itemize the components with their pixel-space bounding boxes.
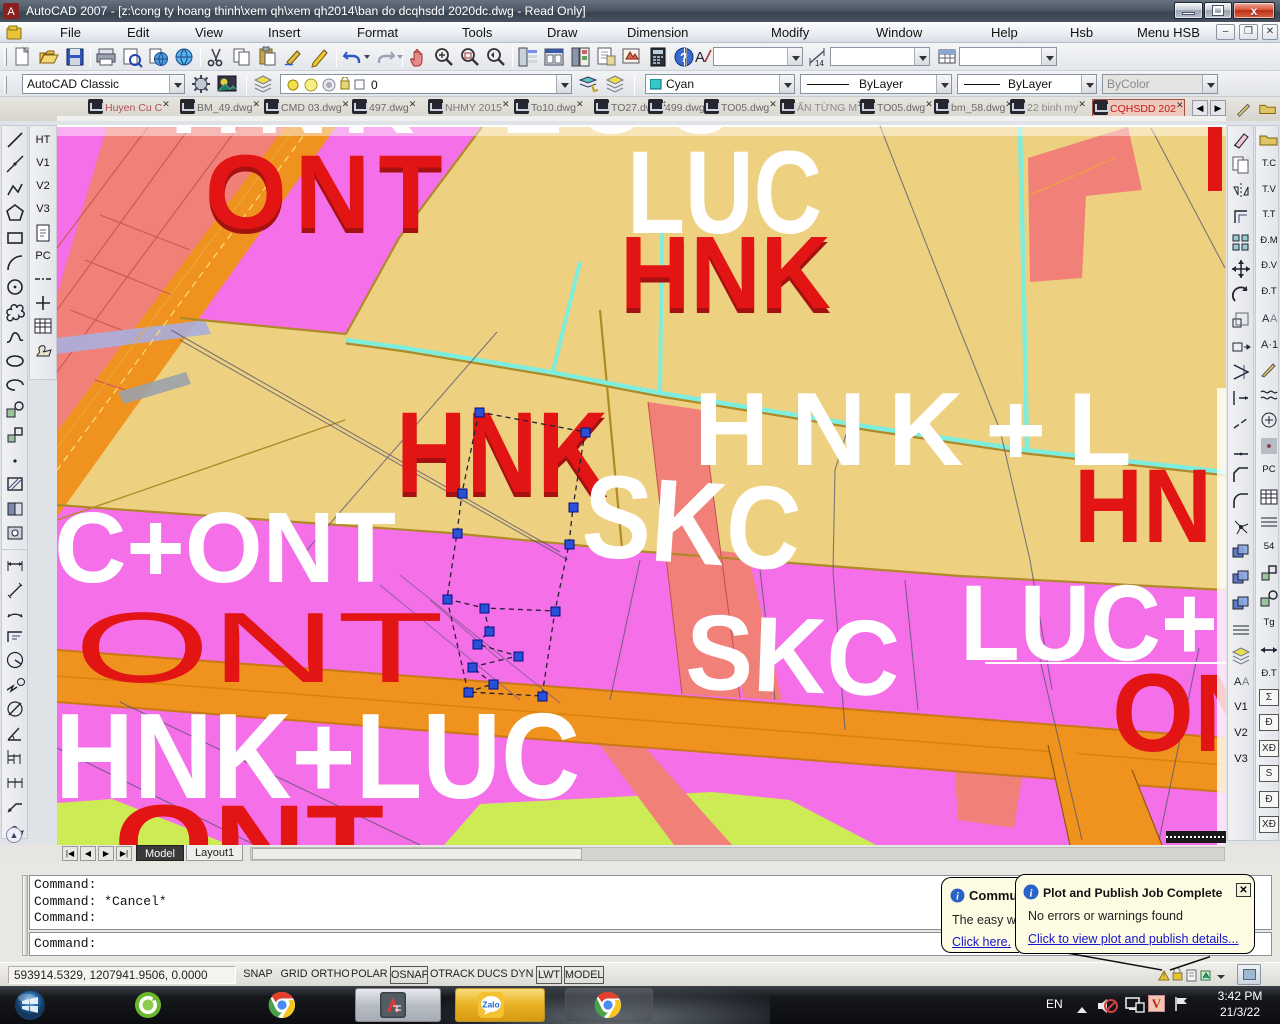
- svg-text:HNK: HNK: [620, 215, 831, 330]
- svg-text:HN: HN: [1074, 448, 1212, 565]
- svg-text:A: A: [1234, 676, 1242, 688]
- svg-text:14: 14: [815, 59, 824, 68]
- svg-text:A·1: A·1: [1261, 339, 1278, 351]
- svg-text:i: i: [956, 892, 959, 903]
- svg-text:A: A: [1242, 676, 1250, 688]
- svg-text:A: A: [1262, 313, 1270, 325]
- svg-text:A: A: [695, 49, 705, 66]
- svg-text:Zalo: Zalo: [482, 1000, 499, 1010]
- svg-text:HNK: HNK: [396, 389, 608, 517]
- svg-text:UC+ONT: UC+ONT: [57, 492, 396, 604]
- svg-text:ON: ON: [1112, 652, 1226, 775]
- svg-text:ONT: ONT: [205, 134, 451, 251]
- svg-text:0: 0: [371, 78, 378, 92]
- svg-text:SKC: SKC: [684, 591, 902, 718]
- svg-text:ONT: ONT: [114, 784, 384, 845]
- svg-text:A: A: [7, 6, 15, 18]
- svg-text:A: A: [1270, 313, 1278, 325]
